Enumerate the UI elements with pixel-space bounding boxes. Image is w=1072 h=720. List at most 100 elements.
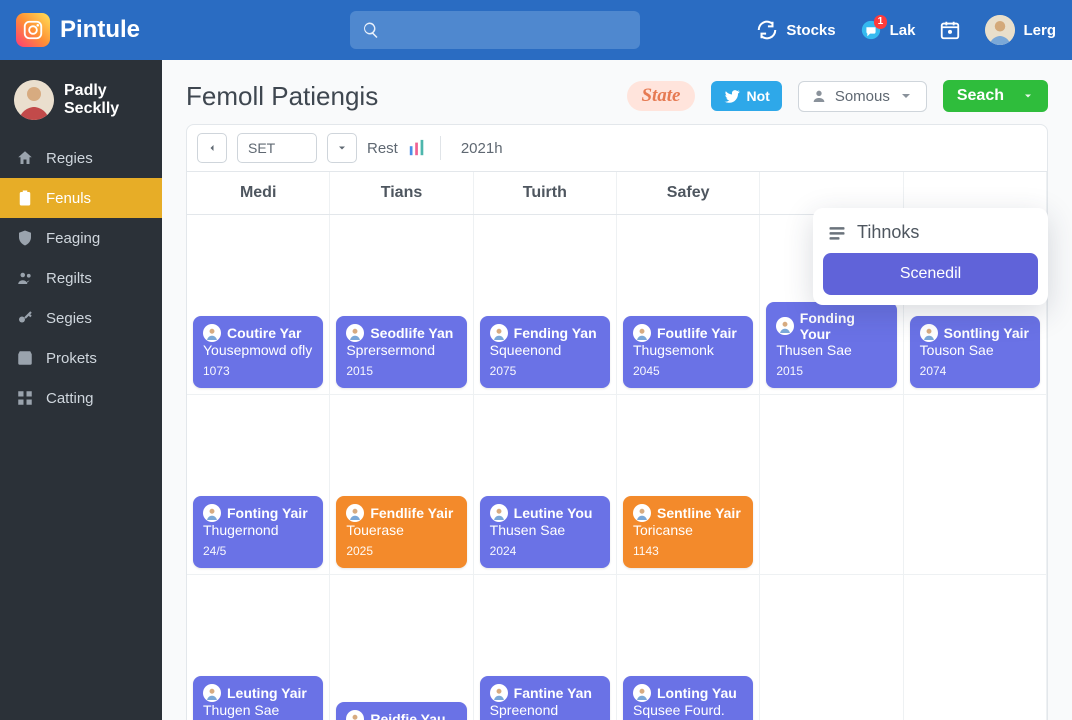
sidebar-item-prokets[interactable]: Prokets xyxy=(0,338,162,378)
event-card[interactable]: Sontling YairTouson Sae2074 xyxy=(910,316,1040,388)
sidebar-nav: Regies Fenuls Feaging Regilts Segies Pro… xyxy=(0,138,162,418)
sidebar-item-catting[interactable]: Catting xyxy=(0,378,162,418)
clipboard-icon xyxy=(16,189,34,207)
sidebar-item-fenuls[interactable]: Fenuls xyxy=(0,178,162,218)
event-subtitle: Sprersermond xyxy=(346,342,456,358)
period-label: 2021h xyxy=(461,140,503,157)
search-button-label: Seach xyxy=(957,87,1004,105)
somous-dropdown[interactable]: Somous xyxy=(798,81,927,112)
event-card[interactable]: Seodlife YanSprersermond 2015 xyxy=(336,316,466,388)
top-calendar[interactable] xyxy=(939,19,961,41)
twitter-icon xyxy=(723,87,741,105)
sidebar-item-feaging[interactable]: Feaging xyxy=(0,218,162,258)
set-field-label: SET xyxy=(248,140,275,156)
page-header: Femoll Patiengis State Not Somous Seach xyxy=(162,60,1072,124)
event-card[interactable]: Coutire YarYousepmowd ofly1073 xyxy=(193,316,323,388)
prev-button[interactable] xyxy=(197,133,227,163)
somous-label: Somous xyxy=(835,88,890,105)
calendar-cell[interactable]: Reidfie YauSqleen sae xyxy=(330,575,473,720)
event-subtitle: Spreenond xyxy=(490,702,600,718)
top-lak[interactable]: 1 Lak xyxy=(860,19,916,41)
event-subtitle: Touson Sae xyxy=(920,342,1030,358)
refresh-icon xyxy=(756,19,778,41)
calendar-cell[interactable]: Lonting YauSqusee Fourd.2015 xyxy=(617,575,760,720)
calendar-cell[interactable] xyxy=(760,395,903,575)
event-subtitle: Touerase xyxy=(346,522,456,538)
event-title: Lonting Yau xyxy=(657,685,737,701)
event-subtitle: Squeenond xyxy=(490,342,600,358)
top-stocks[interactable]: Stocks xyxy=(756,19,835,41)
event-subtitle: Thugen Sae xyxy=(203,702,313,718)
dropdown-toggle[interactable] xyxy=(327,133,357,163)
event-card[interactable]: Fantine YanSpreenond2041 xyxy=(480,676,610,720)
sidebar-item-segies[interactable]: Segies xyxy=(0,298,162,338)
archive-icon xyxy=(16,349,34,367)
search-icon xyxy=(362,21,380,39)
calendar-cell[interactable]: Fonting YairThugernond 24/5 xyxy=(187,395,330,575)
avatar-icon xyxy=(203,684,221,702)
set-field[interactable]: SET xyxy=(237,133,317,163)
calendar-cell[interactable] xyxy=(760,575,903,720)
calendar-cell[interactable]: Leuting YairThugen Sae1179 xyxy=(187,575,330,720)
event-title: Leutine You xyxy=(514,505,593,521)
profile-name-line2: Secklly xyxy=(64,100,119,118)
avatar-icon xyxy=(490,324,508,342)
calendar-cell[interactable] xyxy=(904,575,1047,720)
avatar-icon xyxy=(346,710,364,720)
event-card[interactable]: Lonting YauSqusee Fourd.2015 xyxy=(623,676,753,720)
calendar-cell[interactable]: Sentline YairToricanse1143 xyxy=(617,395,760,575)
tihnoks-panel: Tihnoks Scenedil xyxy=(813,208,1048,305)
calendar-cell[interactable]: Fendlife YairTouerase2025 xyxy=(330,395,473,575)
event-card[interactable]: Fonting YairThugernond 24/5 xyxy=(193,496,323,568)
event-card[interactable]: Sentline YairToricanse1143 xyxy=(623,496,753,568)
event-card[interactable]: Fonding YourThusen Sae2015 xyxy=(766,302,896,388)
calendar-cell[interactable]: Foutlife YairThugsemonk2045 xyxy=(617,215,760,395)
event-card[interactable]: Leuting YairThugen Sae1179 xyxy=(193,676,323,720)
avatar-icon xyxy=(633,504,651,522)
calendar-cell[interactable]: Fending YanSqueenond2075 xyxy=(474,215,617,395)
event-title: Sontling Yair xyxy=(944,325,1029,341)
topbar: Pintule Stocks 1 Lak Lerg xyxy=(0,0,1072,60)
event-card[interactable]: Fendlife YairTouerase2025 xyxy=(336,496,466,568)
avatar-icon xyxy=(346,504,364,522)
sidebar-item-regilts[interactable]: Regilts xyxy=(0,258,162,298)
calendar-cell[interactable]: Fantine YanSpreenond2041 xyxy=(474,575,617,720)
column-header: Safey xyxy=(617,172,760,214)
calendar-cell[interactable]: Seodlife YanSprersermond 2015 xyxy=(330,215,473,395)
search-input[interactable] xyxy=(350,11,640,49)
event-meta: 2024 xyxy=(490,544,600,558)
event-card[interactable]: Foutlife YairThugsemonk2045 xyxy=(623,316,753,388)
scenedil-button[interactable]: Scenedil xyxy=(823,253,1038,295)
topbar-right: Stocks 1 Lak Lerg xyxy=(756,15,1056,45)
brand[interactable]: Pintule xyxy=(16,13,140,47)
key-icon xyxy=(16,309,34,327)
avatar-icon xyxy=(776,317,793,335)
avatar-icon xyxy=(490,684,508,702)
event-meta: 2015 xyxy=(346,364,456,378)
event-card[interactable]: Leutine YouThusen Sae2024 xyxy=(480,496,610,568)
event-card[interactable]: Reidfie YauSqleen sae xyxy=(336,702,466,720)
event-meta: 2025 xyxy=(346,544,456,558)
brand-logo-icon xyxy=(16,13,50,47)
event-subtitle: Thugernond xyxy=(203,522,313,538)
event-meta: 24/5 xyxy=(203,544,313,558)
event-title: Seodlife Yan xyxy=(370,325,453,341)
tweet-button[interactable]: Not xyxy=(711,81,782,111)
sidebar-profile[interactable]: Padly Secklly xyxy=(0,72,162,138)
search-button[interactable]: Seach xyxy=(943,80,1048,112)
chevron-down-icon xyxy=(336,142,348,154)
avatar-icon xyxy=(633,324,651,342)
calendar-cell[interactable]: Leutine YouThusen Sae2024 xyxy=(474,395,617,575)
event-meta: 2045 xyxy=(633,364,743,378)
calendar-cell[interactable]: Coutire YarYousepmowd ofly1073 xyxy=(187,215,330,395)
avatar-icon xyxy=(14,80,54,120)
top-user[interactable]: Lerg xyxy=(985,15,1056,45)
event-title: Fonting Yair xyxy=(227,505,308,521)
state-chip[interactable]: State xyxy=(627,81,694,111)
event-card[interactable]: Fending YanSqueenond2075 xyxy=(480,316,610,388)
brand-name: Pintule xyxy=(60,16,140,44)
people-icon xyxy=(16,269,34,287)
calendar-cell[interactable] xyxy=(904,395,1047,575)
sidebar-item-regies[interactable]: Regies xyxy=(0,138,162,178)
main: Femoll Patiengis State Not Somous Seach xyxy=(162,60,1072,720)
